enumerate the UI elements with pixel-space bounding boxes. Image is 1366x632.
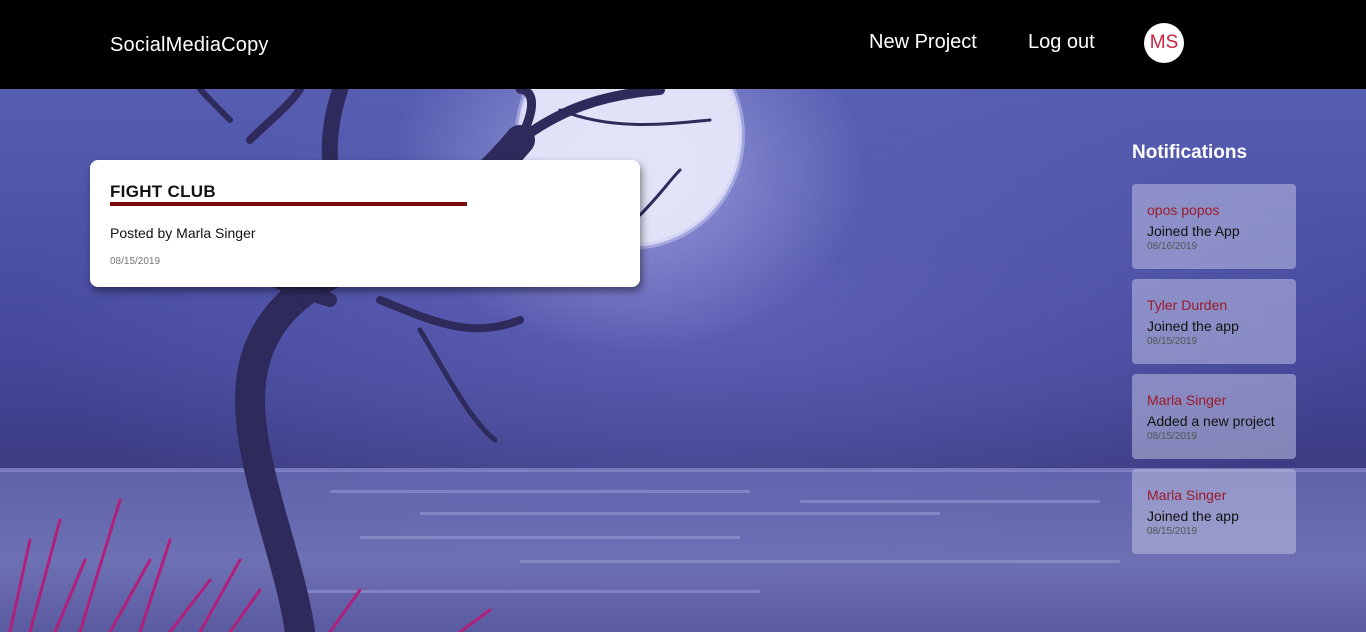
brand-logo-link[interactable]: SocialMediaCopy bbox=[110, 34, 269, 57]
notification-card: opos popos Joined the App 08/16/2019 bbox=[1132, 184, 1296, 269]
notification-message: Added a new project bbox=[1147, 413, 1275, 429]
notification-date: 08/15/2019 bbox=[1147, 526, 1198, 537]
notification-card: Marla Singer Added a new project 08/15/2… bbox=[1132, 374, 1296, 459]
notification-user-link[interactable]: Marla Singer bbox=[1147, 487, 1226, 503]
notifications-heading: Notifications bbox=[1132, 142, 1248, 163]
project-card[interactable]: FIGHT CLUB Posted by Marla Singer 08/15/… bbox=[90, 160, 640, 287]
notification-message: Joined the app bbox=[1147, 508, 1239, 524]
notification-date: 08/16/2019 bbox=[1147, 241, 1198, 252]
notification-card: Tyler Durden Joined the app 08/15/2019 bbox=[1132, 279, 1296, 364]
notification-card: Marla Singer Joined the app 08/15/2019 bbox=[1132, 469, 1296, 554]
notification-date: 08/15/2019 bbox=[1147, 336, 1198, 347]
notification-user-link[interactable]: opos popos bbox=[1147, 202, 1219, 218]
plants bbox=[8, 498, 492, 632]
notification-message: Joined the App bbox=[1147, 223, 1240, 239]
project-title[interactable]: FIGHT CLUB bbox=[110, 182, 216, 202]
notification-user-link[interactable]: Tyler Durden bbox=[1147, 297, 1227, 313]
new-project-link[interactable]: New Project bbox=[869, 31, 977, 54]
project-date: 08/15/2019 bbox=[110, 256, 161, 267]
project-author: Posted by Marla Singer bbox=[110, 225, 256, 241]
log-out-link[interactable]: Log out bbox=[1028, 31, 1095, 54]
notification-date: 08/15/2019 bbox=[1147, 431, 1198, 442]
title-underline bbox=[110, 202, 467, 206]
top-navbar: SocialMediaCopy New Project Log out MS bbox=[0, 0, 1366, 89]
notification-user-link[interactable]: Marla Singer bbox=[1147, 392, 1226, 408]
user-avatar[interactable]: MS bbox=[1144, 23, 1184, 63]
notification-message: Joined the app bbox=[1147, 318, 1239, 334]
